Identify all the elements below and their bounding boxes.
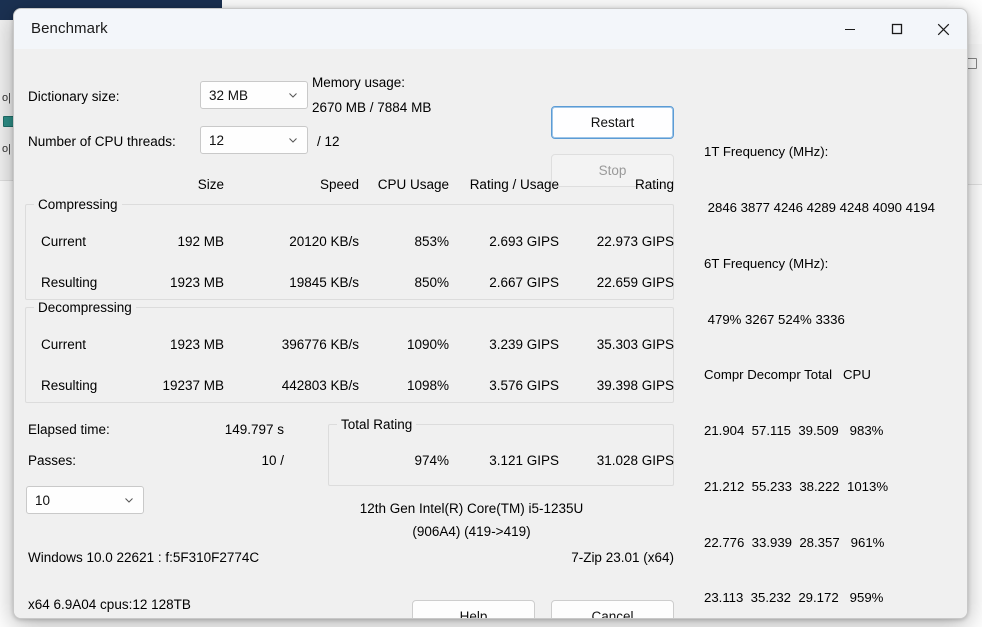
dictionary-size-value: 32 MB [209, 87, 249, 103]
cpu-threads-label: Number of CPU threads: [28, 134, 176, 149]
decompressing-row-resulting-rating-usage: 3.576 GIPS [489, 378, 559, 393]
compressing-row-current-rating-usage: 2.693 GIPS [489, 234, 559, 249]
memory-usage-label: Memory usage: [312, 75, 406, 90]
background-sidebar-item-1: o| [2, 92, 11, 104]
benchmark-log-panel: 1T Frequency (MHz): 2846 3877 4246 4289 … [704, 106, 960, 618]
chevron-down-icon [289, 138, 297, 143]
passes-select-value: 10 [35, 492, 51, 508]
passes-label: Passes: [28, 453, 77, 468]
log-row: 23.113 35.232 29.172 959% [704, 590, 884, 606]
os-info: Windows 10.0 22621 : f:5F310F2774C [28, 550, 260, 565]
arch-info: x64 6.9A04 cpus:12 128TB [28, 597, 191, 612]
compressing-row-current-cpu: 853% [414, 234, 449, 249]
decompressing-row-resulting-label: Resulting [41, 378, 98, 393]
restart-button[interactable]: Restart [551, 106, 674, 139]
cpu-name: 12th Gen Intel(R) Core(TM) i5-1235U [359, 501, 584, 516]
cpu-threads-value: 12 [209, 132, 225, 148]
header-rating: Rating [634, 177, 674, 192]
dialog-title: Benchmark [31, 20, 108, 37]
dialog-body: Dictionary size: 32 MB Number of CPU thr… [14, 49, 967, 618]
decompressing-row-current-speed: 396776 KB/s [281, 337, 359, 352]
total-rating-cpu-usage: 974% [414, 453, 449, 468]
compressing-row-resulting-speed: 19845 KB/s [289, 275, 359, 290]
log-row: 21.212 55.233 38.222 1013% [704, 478, 889, 494]
benchmark-dialog: Benchmark Dictionary size: 32 MB Number … [13, 8, 968, 619]
cpu-detail: (906A4) (419->419) [412, 524, 531, 539]
memory-usage-value: 2670 MB / 7884 MB [312, 100, 432, 115]
maximize-icon [891, 23, 902, 35]
decompressing-row-current-cpu: 1090% [406, 337, 449, 352]
header-speed: Speed [319, 177, 359, 192]
cancel-button[interactable]: Cancel [551, 600, 674, 618]
dictionary-size-label: Dictionary size: [28, 89, 120, 104]
header-cpu-usage: CPU Usage [377, 177, 449, 192]
minimize-button[interactable] [826, 9, 873, 49]
compressing-row-current-size: 192 MB [177, 234, 224, 249]
dictionary-size-select[interactable]: 32 MB [200, 81, 308, 109]
compressing-row-current-label: Current [41, 234, 87, 249]
compressing-row-resulting-cpu: 850% [414, 275, 449, 290]
decompressing-row-current-size: 1923 MB [169, 337, 224, 352]
elapsed-time-label: Elapsed time: [28, 422, 110, 437]
chevron-down-icon [125, 498, 133, 503]
log-row: 21.904 57.115 39.509 983% [704, 423, 884, 439]
log-freq-6t-label: 6T Frequency (MHz): [704, 255, 829, 271]
minimize-icon [844, 29, 855, 30]
dialog-titlebar[interactable]: Benchmark [14, 9, 967, 49]
close-button[interactable] [920, 9, 967, 49]
log-freq-1t-label: 1T Frequency (MHz): [704, 144, 829, 160]
cpu-threads-total: / 12 [317, 134, 340, 149]
decompressing-row-current-label: Current [41, 337, 87, 352]
cpu-threads-select[interactable]: 12 [200, 126, 308, 154]
maximize-button[interactable] [873, 9, 920, 49]
total-rating-group-label: Total Rating [337, 417, 417, 432]
decompressing-group-label: Decompressing [34, 300, 136, 315]
background-sidebar-item-2: o| [2, 143, 11, 155]
header-size: Size [197, 177, 224, 192]
decompressing-row-resulting-size: 19237 MB [162, 378, 224, 393]
log-freq-1t-values: 2846 3877 4246 4289 4248 4090 4194 [704, 199, 936, 215]
compressing-row-resulting-rating-usage: 2.667 GIPS [489, 275, 559, 290]
decompressing-row-resulting-cpu: 1098% [406, 378, 449, 393]
decompressing-row-resulting-rating: 39.398 GIPS [596, 378, 674, 393]
window-controls [826, 9, 967, 49]
header-rating-usage: Rating / Usage [469, 177, 559, 192]
compressing-row-resulting-size: 1923 MB [169, 275, 224, 290]
compressing-group-label: Compressing [34, 197, 122, 212]
decompressing-row-current-rating-usage: 3.239 GIPS [489, 337, 559, 352]
help-button[interactable]: Help [412, 600, 535, 618]
close-icon [937, 23, 950, 35]
decompressing-row-resulting-speed: 442803 KB/s [281, 378, 359, 393]
total-rating-rating-usage: 3.121 GIPS [489, 453, 559, 468]
log-columns-header: Compr Decompr Total CPU [704, 367, 871, 383]
passes-value: 10 / [261, 453, 284, 468]
compressing-row-resulting-label: Resulting [41, 275, 98, 290]
passes-select[interactable]: 10 [26, 486, 144, 514]
log-freq-6t-values: 479% 3267 524% 3336 [704, 311, 845, 327]
compressing-row-current-rating: 22.973 GIPS [596, 234, 674, 249]
log-row: 22.776 33.939 28.357 961% [704, 534, 885, 550]
compressing-row-resulting-rating: 22.659 GIPS [596, 275, 674, 290]
decompressing-row-current-rating: 35.303 GIPS [596, 337, 674, 352]
compressing-row-current-speed: 20120 KB/s [289, 234, 359, 249]
sevenzip-version: 7-Zip 23.01 (x64) [571, 550, 674, 565]
elapsed-time-value: 149.797 s [224, 422, 284, 437]
total-rating-rating: 31.028 GIPS [596, 453, 674, 468]
chevron-down-icon [289, 93, 297, 98]
